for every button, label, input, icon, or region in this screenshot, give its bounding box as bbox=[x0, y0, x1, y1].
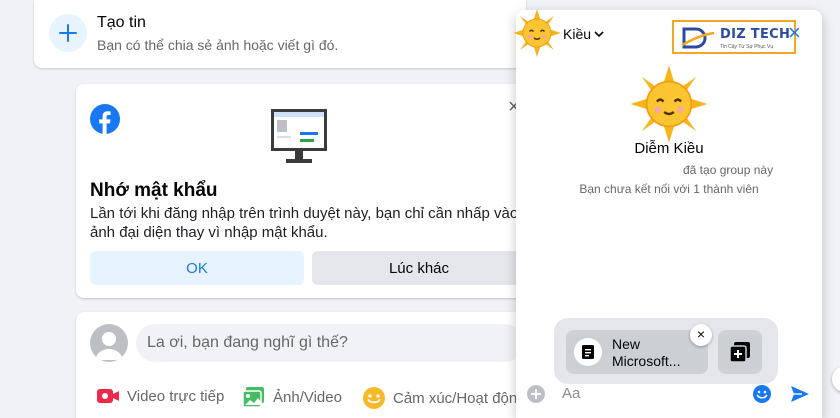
photo-video-label: Ảnh/Video bbox=[273, 388, 342, 406]
story-subtitle: Bạn có thể chia sẻ ảnh hoặc viết gì đó. bbox=[97, 37, 339, 53]
remember-password-card: × Nhớ mật khẩu Lần tới khi đăng nhập trê… bbox=[76, 84, 526, 298]
file-attachment[interactable]: New Microsoft... bbox=[566, 330, 708, 374]
photo-icon bbox=[242, 387, 264, 408]
close-chat-button[interactable]: × bbox=[788, 22, 801, 44]
ok-button[interactable]: OK bbox=[90, 251, 304, 285]
feeling-icon bbox=[363, 387, 385, 409]
document-icon bbox=[582, 345, 594, 359]
live-video-label: Video trực tiếp bbox=[127, 387, 225, 405]
plus-icon bbox=[59, 24, 77, 42]
not-now-button[interactable]: Lúc khác bbox=[312, 251, 526, 285]
chevron-down-icon bbox=[594, 31, 604, 38]
live-video-button[interactable]: Video trực tiếp bbox=[96, 386, 224, 406]
default-avatar-icon bbox=[95, 332, 123, 360]
whats-on-your-mind-input[interactable]: La ơi, bạn đang nghĩ gì thế? bbox=[136, 324, 524, 362]
emoji-icon[interactable] bbox=[752, 384, 772, 404]
brand-logo-icon bbox=[681, 27, 715, 49]
chat-window: Kiều DIZ TECH Tin Cậy Từ Sự Phục Vụ × Di… bbox=[513, 9, 822, 418]
facebook-logo-icon bbox=[90, 104, 120, 134]
connection-status-text: Bạn chưa kết nối với 1 thành viên bbox=[579, 182, 759, 196]
computer-monitor-icon bbox=[271, 109, 327, 163]
brand-watermark: DIZ TECH Tin Cậy Từ Sự Phục Vụ bbox=[672, 20, 796, 54]
attachment-tray: New Microsoft... × bbox=[554, 318, 778, 384]
brand-tagline: Tin Cậy Từ Sự Phục Vụ bbox=[720, 44, 774, 50]
story-title: Tạo tin bbox=[97, 14, 146, 31]
attachment-name: New Microsoft... bbox=[612, 336, 681, 369]
post-composer: La ơi, bạn đang nghĩ gì thế? Video trực … bbox=[76, 312, 526, 418]
feeling-activity-label: Cảm xúc/Hoạt động bbox=[393, 389, 526, 407]
feeling-activity-button[interactable]: Cảm xúc/Hoạt động bbox=[362, 386, 526, 410]
add-story-button[interactable] bbox=[49, 14, 87, 52]
group-sun-avatar-icon bbox=[630, 65, 708, 143]
remove-attachment-button[interactable]: × bbox=[690, 324, 712, 346]
group-member-name: Diễm Kiều bbox=[634, 140, 704, 157]
add-file-icon bbox=[729, 342, 750, 363]
chat-name-label: Kiều bbox=[563, 26, 592, 42]
add-file-button[interactable] bbox=[718, 330, 762, 374]
create-story-card[interactable]: Tạo tin Bạn có thể chia sẻ ảnh hoặc viết… bbox=[34, 0, 526, 68]
sun-avatar-icon[interactable] bbox=[512, 8, 562, 58]
remember-password-description: Lần tới khi đăng nhập trên trình duyệt n… bbox=[90, 205, 519, 241]
avatar[interactable] bbox=[90, 324, 128, 362]
brand-text: DIZ TECH bbox=[720, 27, 791, 42]
photo-video-button[interactable]: Ảnh/Video bbox=[242, 386, 342, 408]
chat-header: Kiều DIZ TECH Tin Cậy Từ Sự Phục Vụ × bbox=[513, 9, 822, 58]
more-actions-icon[interactable] bbox=[526, 384, 546, 404]
live-video-icon bbox=[97, 389, 119, 403]
send-icon[interactable] bbox=[790, 384, 810, 404]
chat-title[interactable]: Kiều bbox=[563, 26, 604, 42]
message-input[interactable]: Aa bbox=[562, 382, 776, 406]
group-created-text: đã tạo group này bbox=[683, 163, 774, 177]
scroll-circle-button[interactable] bbox=[832, 366, 840, 392]
remember-password-title: Nhớ mật khẩu bbox=[90, 180, 218, 201]
